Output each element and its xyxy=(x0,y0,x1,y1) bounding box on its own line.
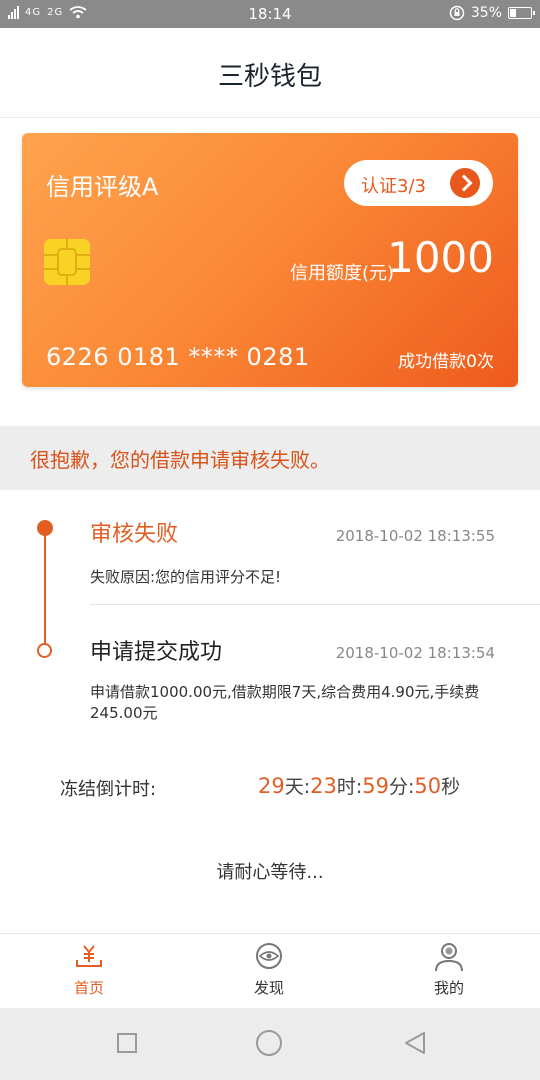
timeline-event-title: 审核失败 xyxy=(90,522,179,547)
rotation-lock-icon xyxy=(449,5,465,21)
waiting-message: 请耐心等待... xyxy=(216,862,324,883)
countdown-days-unit: 天: xyxy=(284,776,311,798)
status-right: 35% xyxy=(449,5,535,21)
user-profile-icon xyxy=(435,943,463,972)
tab-label: 我的 xyxy=(433,979,464,997)
battery-icon xyxy=(508,7,535,19)
timeline-event-detail: 申请借款1000.00元,借款期限7天,综合费用4.90元,手续费245.00元 xyxy=(90,683,480,722)
countdown-seconds-unit: 秒 xyxy=(441,776,461,798)
freeze-countdown-label: 冻结倒计时: xyxy=(60,779,157,800)
page-title: 三秒钱包 xyxy=(217,62,322,92)
card-chip-icon xyxy=(44,239,90,285)
divider xyxy=(90,604,540,605)
timeline-line xyxy=(44,528,46,650)
timeline-event-detail: 失败原因:您的信用评分不足! xyxy=(90,568,282,586)
timeline-dot-filled xyxy=(37,520,53,536)
countdown-minutes-unit: 分: xyxy=(389,776,415,798)
rejection-message: 很抱歉，您的借款申请审核失败。 xyxy=(30,448,330,472)
rejection-banner: 很抱歉，您的借款申请审核失败。 xyxy=(0,426,540,490)
status-bar: 4G 2G 18:14 35% xyxy=(0,0,540,28)
chevron-right-icon xyxy=(450,168,480,198)
timeline-event-time: 2018-10-02 18:13:55 xyxy=(335,527,495,545)
tab-label: 发现 xyxy=(253,979,284,997)
verify-label: 认证3/3 xyxy=(361,176,426,197)
countdown-minutes: 59 xyxy=(362,774,390,798)
successful-loans-count: 成功借款0次 xyxy=(398,352,494,372)
discover-eye-icon xyxy=(256,943,282,969)
yen-home-icon xyxy=(76,945,102,967)
countdown-days: 29 xyxy=(258,774,285,798)
tab-home[interactable]: 首页 xyxy=(29,934,149,1009)
verify-button[interactable]: 认证3/3 xyxy=(344,160,493,206)
app-header: 三秒钱包 xyxy=(0,28,540,118)
tab-profile[interactable]: 我的 xyxy=(389,934,509,1009)
credit-limit-value: 1000 xyxy=(387,233,494,282)
credit-limit-label: 信用额度(元) xyxy=(289,263,394,284)
timeline-event-time: 2018-10-02 18:13:54 xyxy=(335,644,495,662)
timeline-dot-hollow xyxy=(37,643,52,658)
tab-label: 首页 xyxy=(73,979,104,997)
countdown-hours-unit: 时: xyxy=(336,776,363,798)
countdown-seconds: 50 xyxy=(414,774,442,798)
home-circle-icon[interactable] xyxy=(256,1030,282,1056)
timeline-event-title: 申请提交成功 xyxy=(90,640,223,665)
tab-discover[interactable]: 发现 xyxy=(209,934,329,1009)
freeze-countdown: 29 天: 23 时: 59 分: 50 秒 xyxy=(258,772,460,799)
system-nav-bar xyxy=(0,1008,540,1080)
card-number: 6226 0181 **** 0281 xyxy=(46,343,310,371)
credit-rating: 信用评级A xyxy=(46,173,159,201)
back-triangle-icon[interactable] xyxy=(402,1030,428,1056)
recent-apps-icon[interactable] xyxy=(117,1033,137,1053)
countdown-hours: 23 xyxy=(310,774,337,798)
battery-percent: 35% xyxy=(470,5,502,21)
bottom-tab-bar: 首页 发现 我的 xyxy=(0,933,540,1008)
credit-card: 信用评级A 认证3/3 信用额度(元) 1000 6226 0181 **** … xyxy=(22,133,518,387)
